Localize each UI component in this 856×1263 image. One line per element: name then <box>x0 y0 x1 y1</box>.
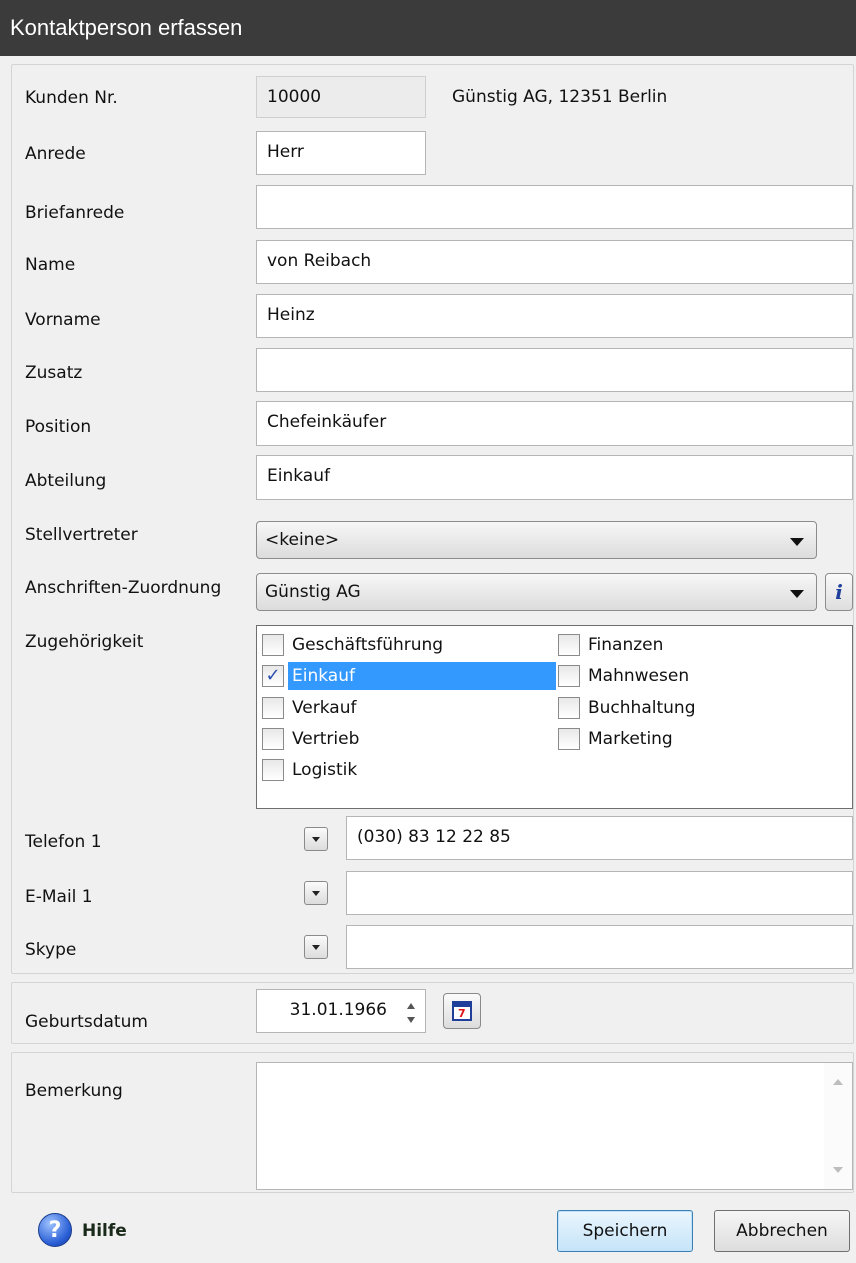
skype-label: Skype <box>25 940 77 960</box>
abteilung-input[interactable]: Einkauf <box>256 455 853 500</box>
telefon1-label: Telefon 1 <box>25 832 102 852</box>
checkbox-label: Verkauf <box>292 698 357 718</box>
email1-type-dropdown[interactable] <box>304 881 328 905</box>
calendar-day: 7 <box>458 1007 466 1020</box>
geburtsdatum-label: Geburtsdatum <box>25 1012 148 1032</box>
name-label: Name <box>25 255 76 275</box>
email1-input[interactable] <box>346 871 853 915</box>
help-icon[interactable]: ? <box>38 1213 72 1247</box>
stellvertreter-value: <keine> <box>265 530 340 550</box>
save-button[interactable]: Speichern <box>557 1210 693 1252</box>
customer-name-text: Günstig AG, 12351 Berlin <box>452 87 668 107</box>
geburtsdatum-value: 31.01.1966 <box>289 1000 387 1020</box>
abteilung-label: Abteilung <box>25 471 107 491</box>
stellvertreter-select[interactable]: <keine> <box>256 521 817 559</box>
anschrift-value: Günstig AG <box>265 582 361 602</box>
checkbox-box[interactable] <box>262 697 284 719</box>
briefanrede-input[interactable] <box>256 185 853 229</box>
chevron-down-icon <box>790 590 804 598</box>
cancel-button[interactable]: Abbrechen <box>714 1210 850 1252</box>
checkbox-box[interactable] <box>558 697 580 719</box>
info-icon: i <box>835 580 843 604</box>
anschrift-label: Anschriften-Zuordnung <box>25 578 222 598</box>
vertical-scrollbar[interactable] <box>824 1063 852 1189</box>
zugehoerigkeit-label: Zugehörigkeit <box>25 632 144 652</box>
anrede-label: Anrede <box>25 144 86 164</box>
skype-type-dropdown[interactable] <box>304 935 328 959</box>
chevron-down-icon <box>790 538 804 546</box>
position-input[interactable]: Chefeinkäufer <box>256 401 853 446</box>
checkbox-box[interactable] <box>558 634 580 656</box>
position-label: Position <box>25 417 92 437</box>
checkbox-label: Buchhaltung <box>588 698 696 718</box>
vorname-input[interactable]: Heinz <box>256 294 853 338</box>
birthdate-panel: Geburtsdatum 31.01.1966 7 <box>11 982 854 1044</box>
scroll-up-icon[interactable] <box>833 1079 843 1085</box>
briefanrede-label: Briefanrede <box>25 203 125 223</box>
email1-label: E-Mail 1 <box>25 887 93 907</box>
chevron-down-icon <box>312 837 320 842</box>
kunden-nr-label: Kunden Nr. <box>25 88 118 108</box>
scroll-down-icon[interactable] <box>833 1167 843 1173</box>
geburtsdatum-input[interactable]: 31.01.1966 <box>256 989 426 1033</box>
help-link[interactable]: Hilfe <box>82 1221 127 1241</box>
checkbox-box[interactable] <box>262 728 284 750</box>
anschrift-select[interactable]: Günstig AG <box>256 573 817 611</box>
checkbox-label: Vertrieb <box>292 729 360 749</box>
vorname-label: Vorname <box>25 310 101 330</box>
contact-details-panel: Kunden Nr. 10000 Günstig AG, 12351 Berli… <box>11 64 854 974</box>
name-input[interactable]: von Reibach <box>256 240 853 284</box>
calendar-icon: 7 <box>452 1001 472 1021</box>
checkbox-label: Finanzen <box>588 635 664 655</box>
checkbox-label: Einkauf <box>288 662 556 690</box>
telefon1-type-dropdown[interactable] <box>304 827 328 851</box>
checkbox-label: Marketing <box>588 729 673 749</box>
bemerkung-label: Bemerkung <box>25 1081 123 1101</box>
checkbox-box[interactable] <box>558 728 580 750</box>
chevron-down-icon <box>312 891 320 896</box>
remarks-panel: Bemerkung <box>11 1052 854 1193</box>
checkbox-box[interactable] <box>262 634 284 656</box>
spin-up-icon[interactable] <box>407 1003 415 1009</box>
chevron-down-icon <box>312 945 320 950</box>
telefon1-input[interactable]: (030) 83 12 22 85 <box>346 816 853 860</box>
zusatz-label: Zusatz <box>25 363 83 383</box>
anrede-input[interactable]: Herr <box>256 131 426 175</box>
window-title: Kontaktperson erfassen <box>0 0 856 56</box>
checkbox-box[interactable] <box>262 759 284 781</box>
checkbox-label: Geschäftsführung <box>292 635 444 655</box>
checkmark-icon[interactable]: ✓ <box>262 665 284 687</box>
skype-input[interactable] <box>346 925 853 969</box>
checkbox-label: Logistik <box>292 760 358 780</box>
checkbox-box[interactable] <box>558 665 580 687</box>
calendar-button[interactable]: 7 <box>443 993 481 1029</box>
stellvertreter-label: Stellvertreter <box>25 525 138 545</box>
zugehoerigkeit-checklist[interactable]: Geschäftsführung ✓ Einkauf Verkauf Vertr… <box>256 625 853 809</box>
info-button[interactable]: i <box>825 573 853 611</box>
checkbox-label: Mahnwesen <box>588 666 690 686</box>
kunden-nr-field: 10000 <box>256 76 426 118</box>
zusatz-input[interactable] <box>256 348 853 392</box>
bemerkung-textarea[interactable] <box>256 1062 853 1190</box>
spin-down-icon[interactable] <box>407 1017 415 1023</box>
